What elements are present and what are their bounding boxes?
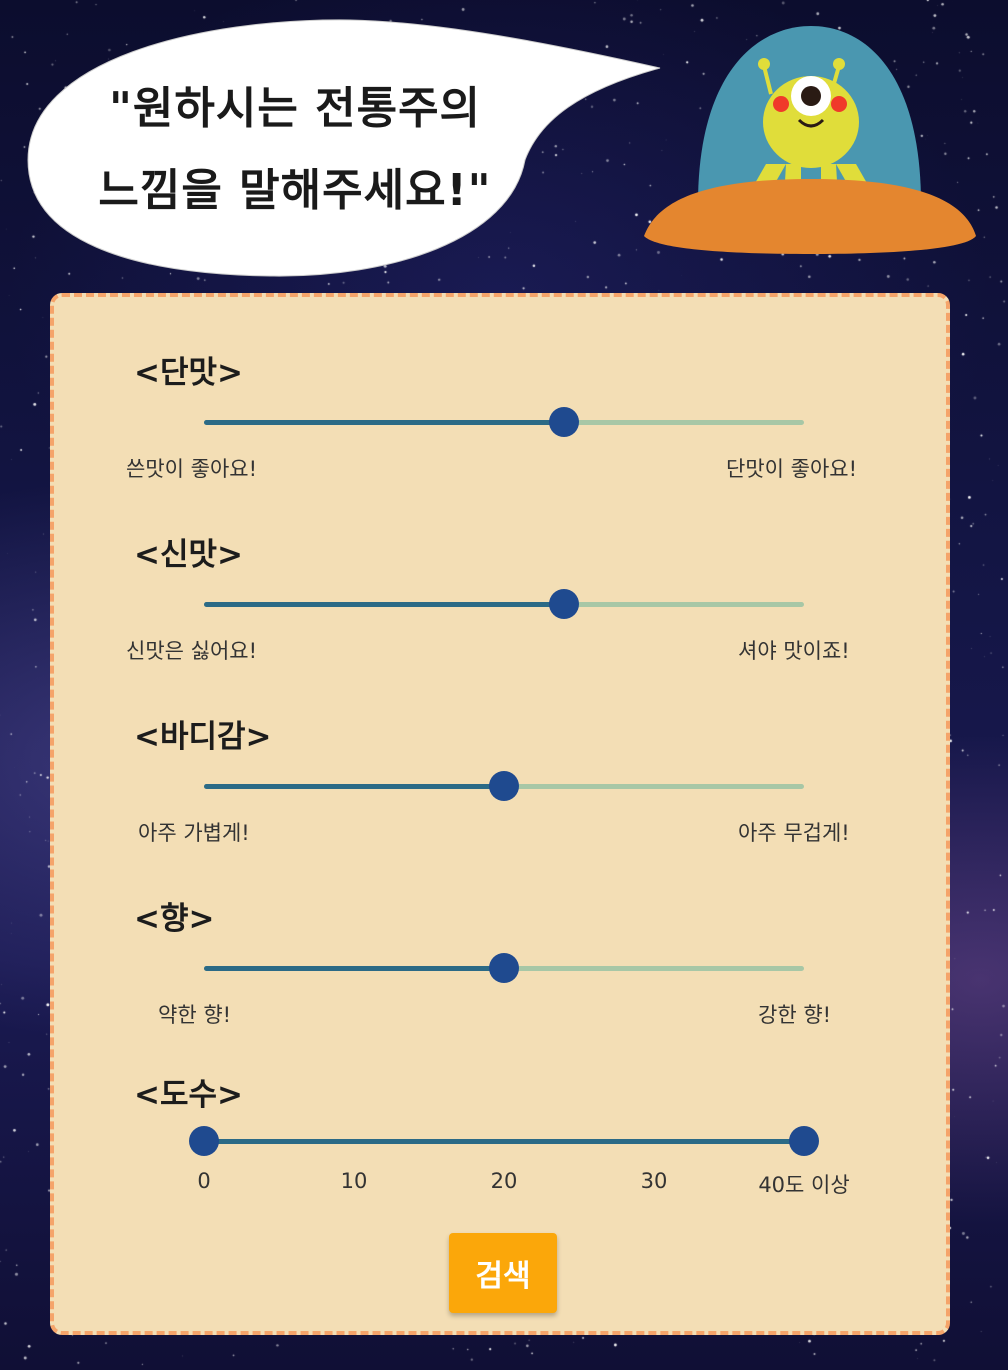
taste-slider-right-label: 단맛이 좋아요! xyxy=(726,457,858,481)
taste-slider-left-label: 신맛은 싫어요! xyxy=(126,639,258,663)
taste-slider-track[interactable] xyxy=(204,589,804,619)
taste-slider-right-label: 강한 향! xyxy=(758,1003,832,1027)
taste-slider-section: <신맛> 신맛은 싫어요! 셔야 맛이죠! xyxy=(54,529,946,699)
abv-title: <도수> xyxy=(134,1077,243,1113)
taste-slider-title: <단맛> xyxy=(134,355,243,391)
taste-slider-title: <바디감> xyxy=(134,719,272,755)
search-button[interactable]: 검색 xyxy=(449,1233,557,1313)
abv-tick-label: 40도 이상 xyxy=(758,1173,850,1197)
taste-slider-fill xyxy=(204,784,504,789)
speech-bubble-text: "원하시는 전통주의 느낌을 말해주세요!" xyxy=(60,68,530,232)
taste-slider-section: <바디감> 아주 가볍게! 아주 무겁게! xyxy=(54,711,946,881)
abv-tick-label: 0 xyxy=(197,1169,211,1193)
abv-tick-label: 20 xyxy=(490,1169,518,1193)
taste-slider-title: <향> xyxy=(134,901,215,937)
taste-slider-title: <신맛> xyxy=(134,537,243,573)
taste-preference-panel: <단맛> 쓴맛이 좋아요! 단맛이 좋아요! <신맛> 신맛은 싫어요! 셔야 맛이죠! <… xyxy=(50,293,950,1335)
taste-slider-right-label: 셔야 맛이죠! xyxy=(738,639,850,663)
taste-slider-section: <단맛> 쓴맛이 좋아요! 단맛이 좋아요! xyxy=(54,347,946,517)
abv-tick-label: 10 xyxy=(340,1169,368,1193)
taste-slider-track[interactable] xyxy=(204,407,804,437)
taste-slider-fill xyxy=(204,966,504,971)
abv-min-handle[interactable] xyxy=(189,1126,219,1156)
abv-tick-label: 30 xyxy=(640,1169,668,1193)
taste-slider-handle[interactable] xyxy=(489,771,519,801)
taste-slider-handle[interactable] xyxy=(489,953,519,983)
speech-line-2: 느낌을 말해주세요!" xyxy=(98,165,492,216)
taste-slider-handle[interactable] xyxy=(549,589,579,619)
abv-range-track[interactable] xyxy=(189,1126,819,1156)
taste-slider-track[interactable] xyxy=(204,771,804,801)
abv-max-handle[interactable] xyxy=(789,1126,819,1156)
taste-slider-fill xyxy=(204,602,564,607)
abv-section: <도수> 0 10 20 30 40도 이상 xyxy=(54,1069,946,1239)
speech-line-1: "원하시는 전통주의 xyxy=(108,83,482,134)
taste-slider-handle[interactable] xyxy=(549,407,579,437)
taste-slider-fill xyxy=(204,420,564,425)
taste-slider-track[interactable] xyxy=(204,953,804,983)
taste-slider-left-label: 약한 향! xyxy=(158,1003,232,1027)
taste-slider-left-label: 아주 가볍게! xyxy=(138,821,250,845)
ufo-alien-illustration xyxy=(644,26,976,254)
taste-slider-left-label: 쓴맛이 좋아요! xyxy=(126,457,258,481)
taste-slider-right-label: 아주 무겁게! xyxy=(738,821,850,845)
taste-slider-section: <향> 약한 향! 강한 향! xyxy=(54,893,946,1063)
